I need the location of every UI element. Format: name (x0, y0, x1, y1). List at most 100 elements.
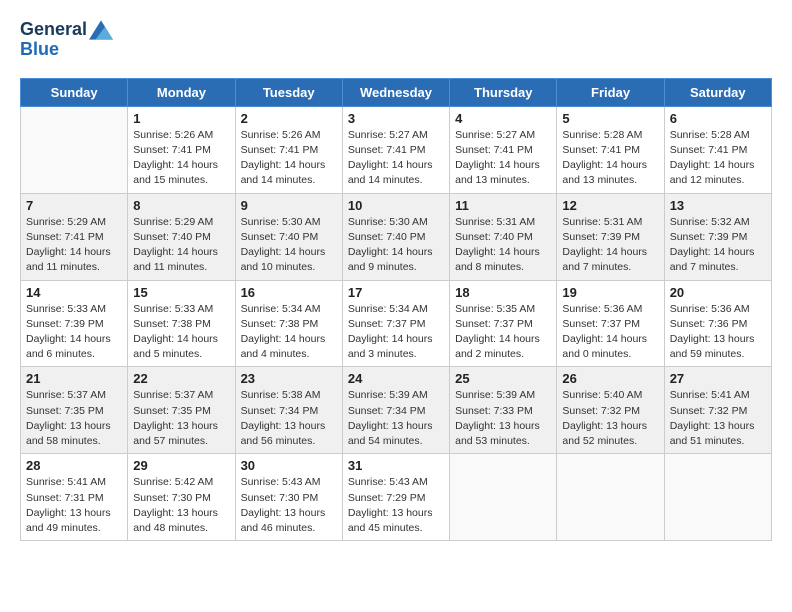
day-info: Sunrise: 5:37 AM Sunset: 7:35 PM Dayligh… (26, 388, 122, 449)
day-number: 15 (133, 285, 229, 300)
day-info: Sunrise: 5:27 AM Sunset: 7:41 PM Dayligh… (348, 128, 444, 189)
day-info: Sunrise: 5:33 AM Sunset: 7:38 PM Dayligh… (133, 302, 229, 363)
day-info: Sunrise: 5:37 AM Sunset: 7:35 PM Dayligh… (133, 388, 229, 449)
weekday-wednesday: Wednesday (342, 78, 449, 106)
logo-general: General (20, 20, 87, 40)
logo-icon (89, 20, 113, 40)
day-info: Sunrise: 5:34 AM Sunset: 7:38 PM Dayligh… (241, 302, 337, 363)
day-number: 25 (455, 371, 551, 386)
calendar-cell: 9 Sunrise: 5:30 AM Sunset: 7:40 PM Daylig… (235, 193, 342, 280)
calendar-cell: 5 Sunrise: 5:28 AM Sunset: 7:41 PM Daylig… (557, 106, 664, 193)
calendar-cell: 27 Sunrise: 5:41 AM Sunset: 7:32 PM Dayli… (664, 367, 771, 454)
day-info: Sunrise: 5:39 AM Sunset: 7:34 PM Dayligh… (348, 388, 444, 449)
day-number: 14 (26, 285, 122, 300)
day-info: Sunrise: 5:31 AM Sunset: 7:39 PM Dayligh… (562, 215, 658, 276)
day-number: 10 (348, 198, 444, 213)
day-number: 2 (241, 111, 337, 126)
day-info: Sunrise: 5:40 AM Sunset: 7:32 PM Dayligh… (562, 388, 658, 449)
day-number: 12 (562, 198, 658, 213)
calendar-cell (450, 454, 557, 541)
calendar-cell: 22 Sunrise: 5:37 AM Sunset: 7:35 PM Dayli… (128, 367, 235, 454)
day-info: Sunrise: 5:28 AM Sunset: 7:41 PM Dayligh… (670, 128, 766, 189)
day-number: 30 (241, 458, 337, 473)
day-number: 18 (455, 285, 551, 300)
day-number: 17 (348, 285, 444, 300)
day-number: 5 (562, 111, 658, 126)
week-row-2: 7 Sunrise: 5:29 AM Sunset: 7:41 PM Daylig… (21, 193, 772, 280)
weekday-monday: Monday (128, 78, 235, 106)
day-info: Sunrise: 5:26 AM Sunset: 7:41 PM Dayligh… (241, 128, 337, 189)
day-info: Sunrise: 5:29 AM Sunset: 7:41 PM Dayligh… (26, 215, 122, 276)
weekday-sunday: Sunday (21, 78, 128, 106)
day-info: Sunrise: 5:33 AM Sunset: 7:39 PM Dayligh… (26, 302, 122, 363)
calendar-cell: 14 Sunrise: 5:33 AM Sunset: 7:39 PM Dayli… (21, 280, 128, 367)
calendar-cell: 17 Sunrise: 5:34 AM Sunset: 7:37 PM Dayli… (342, 280, 449, 367)
calendar-cell: 2 Sunrise: 5:26 AM Sunset: 7:41 PM Daylig… (235, 106, 342, 193)
day-number: 24 (348, 371, 444, 386)
day-info: Sunrise: 5:31 AM Sunset: 7:40 PM Dayligh… (455, 215, 551, 276)
calendar-table: SundayMondayTuesdayWednesdayThursdayFrid… (20, 78, 772, 541)
day-number: 29 (133, 458, 229, 473)
day-info: Sunrise: 5:27 AM Sunset: 7:41 PM Dayligh… (455, 128, 551, 189)
day-number: 23 (241, 371, 337, 386)
day-info: Sunrise: 5:30 AM Sunset: 7:40 PM Dayligh… (348, 215, 444, 276)
day-number: 16 (241, 285, 337, 300)
day-info: Sunrise: 5:43 AM Sunset: 7:30 PM Dayligh… (241, 475, 337, 536)
calendar-cell: 23 Sunrise: 5:38 AM Sunset: 7:34 PM Dayli… (235, 367, 342, 454)
calendar-cell: 19Sunrise: 5:36 AM Sunset: 7:37 PM Dayli… (557, 280, 664, 367)
day-info: Sunrise: 5:34 AM Sunset: 7:37 PM Dayligh… (348, 302, 444, 363)
day-info: Sunrise: 5:28 AM Sunset: 7:41 PM Dayligh… (562, 128, 658, 189)
day-info: Sunrise: 5:26 AM Sunset: 7:41 PM Dayligh… (133, 128, 229, 189)
day-number: 4 (455, 111, 551, 126)
calendar-cell: 15 Sunrise: 5:33 AM Sunset: 7:38 PM Dayli… (128, 280, 235, 367)
day-number: 13 (670, 198, 766, 213)
day-info: Sunrise: 5:41 AM Sunset: 7:31 PM Dayligh… (26, 475, 122, 536)
calendar-cell (21, 106, 128, 193)
calendar-cell: 18 Sunrise: 5:35 AM Sunset: 7:37 PM Dayli… (450, 280, 557, 367)
weekday-friday: Friday (557, 78, 664, 106)
day-number: 21 (26, 371, 122, 386)
calendar-cell: 21 Sunrise: 5:37 AM Sunset: 7:35 PM Dayli… (21, 367, 128, 454)
calendar-cell: 12 Sunrise: 5:31 AM Sunset: 7:39 PM Dayli… (557, 193, 664, 280)
calendar-cell: 1Sunrise: 5:26 AM Sunset: 7:41 PM Daylig… (128, 106, 235, 193)
day-number: 27 (670, 371, 766, 386)
calendar-cell: 10 Sunrise: 5:30 AM Sunset: 7:40 PM Dayli… (342, 193, 449, 280)
calendar-cell: 26 Sunrise: 5:40 AM Sunset: 7:32 PM Dayli… (557, 367, 664, 454)
calendar-cell: 7 Sunrise: 5:29 AM Sunset: 7:41 PM Daylig… (21, 193, 128, 280)
calendar-cell: 30 Sunrise: 5:43 AM Sunset: 7:30 PM Dayli… (235, 454, 342, 541)
day-number: 9 (241, 198, 337, 213)
day-info: Sunrise: 5:41 AM Sunset: 7:32 PM Dayligh… (670, 388, 766, 449)
day-number: 19 (562, 285, 658, 300)
day-number: 22 (133, 371, 229, 386)
day-number: 8 (133, 198, 229, 213)
logo: General Blue (20, 20, 113, 60)
day-info: Sunrise: 5:36 AM Sunset: 7:36 PM Dayligh… (670, 302, 766, 363)
calendar-cell: 29Sunrise: 5:42 AM Sunset: 7:30 PM Dayli… (128, 454, 235, 541)
calendar-cell: 6 Sunrise: 5:28 AM Sunset: 7:41 PM Daylig… (664, 106, 771, 193)
day-info: Sunrise: 5:35 AM Sunset: 7:37 PM Dayligh… (455, 302, 551, 363)
day-info: Sunrise: 5:30 AM Sunset: 7:40 PM Dayligh… (241, 215, 337, 276)
calendar-cell: 11Sunrise: 5:31 AM Sunset: 7:40 PM Dayli… (450, 193, 557, 280)
week-row-3: 14 Sunrise: 5:33 AM Sunset: 7:39 PM Dayli… (21, 280, 772, 367)
day-number: 31 (348, 458, 444, 473)
day-info: Sunrise: 5:39 AM Sunset: 7:33 PM Dayligh… (455, 388, 551, 449)
day-number: 6 (670, 111, 766, 126)
weekday-tuesday: Tuesday (235, 78, 342, 106)
weekday-saturday: Saturday (664, 78, 771, 106)
week-row-5: 28Sunrise: 5:41 AM Sunset: 7:31 PM Dayli… (21, 454, 772, 541)
calendar-cell: 4 Sunrise: 5:27 AM Sunset: 7:41 PM Daylig… (450, 106, 557, 193)
calendar-cell: 16 Sunrise: 5:34 AM Sunset: 7:38 PM Dayli… (235, 280, 342, 367)
day-number: 26 (562, 371, 658, 386)
day-number: 7 (26, 198, 122, 213)
day-info: Sunrise: 5:38 AM Sunset: 7:34 PM Dayligh… (241, 388, 337, 449)
calendar-cell: 25 Sunrise: 5:39 AM Sunset: 7:33 PM Dayli… (450, 367, 557, 454)
day-info: Sunrise: 5:32 AM Sunset: 7:39 PM Dayligh… (670, 215, 766, 276)
logo-blue: Blue (20, 40, 113, 60)
week-row-1: 1Sunrise: 5:26 AM Sunset: 7:41 PM Daylig… (21, 106, 772, 193)
calendar-cell (557, 454, 664, 541)
day-number: 20 (670, 285, 766, 300)
calendar-cell: 28Sunrise: 5:41 AM Sunset: 7:31 PM Dayli… (21, 454, 128, 541)
week-row-4: 21 Sunrise: 5:37 AM Sunset: 7:35 PM Dayli… (21, 367, 772, 454)
calendar-cell: 13 Sunrise: 5:32 AM Sunset: 7:39 PM Dayli… (664, 193, 771, 280)
calendar-cell: 8Sunrise: 5:29 AM Sunset: 7:40 PM Daylig… (128, 193, 235, 280)
